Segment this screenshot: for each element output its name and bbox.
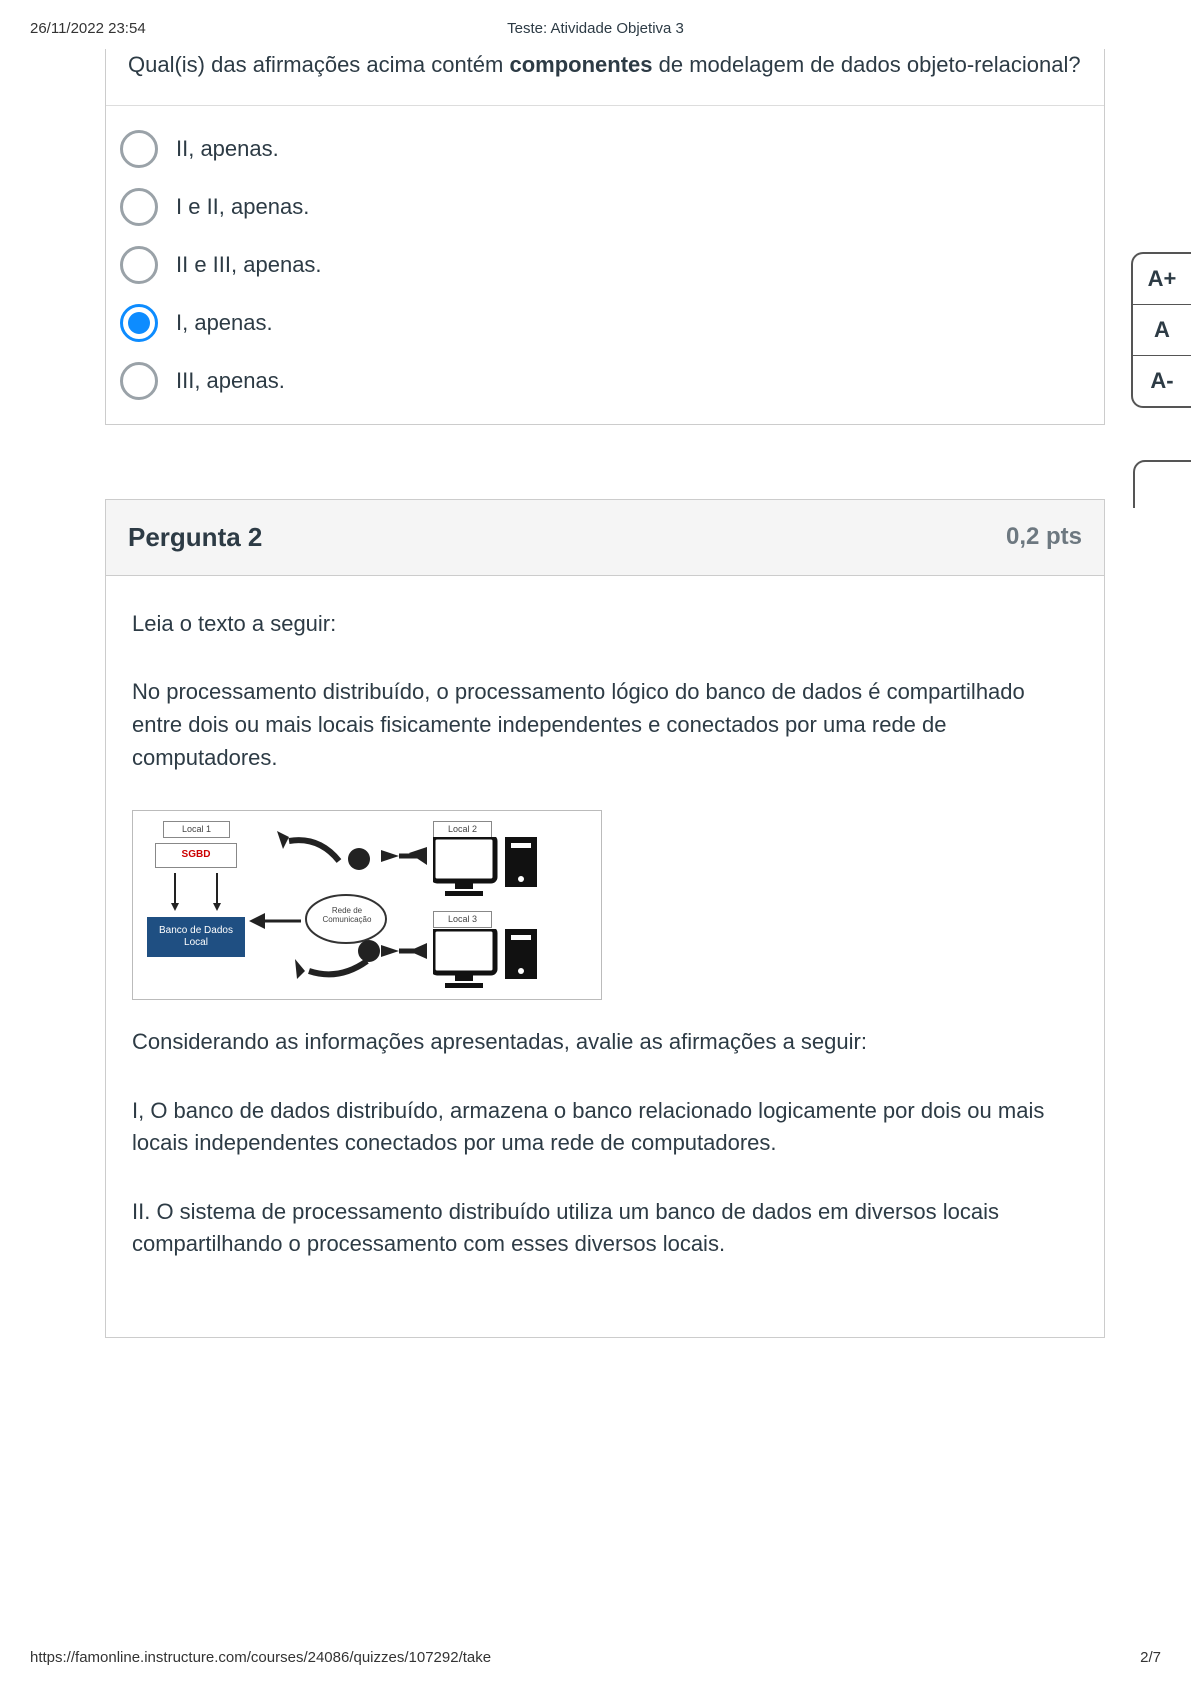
radio-icon[interactable] [120,246,158,284]
connection-arrows-icon [249,831,449,981]
question-2-body: Leia o texto a seguir: No processamento … [106,576,1104,1337]
distributed-db-diagram: Local 1 SGBD Banco de Dados Local Rede [132,810,602,1000]
option-label: III, apenas. [176,368,285,394]
computer-icon [433,837,583,901]
question-1-card: Qual(is) das afirmações acima contém com… [105,49,1105,425]
diagram-local1-label: Local 1 [163,821,230,838]
answer-option[interactable]: III, apenas. [106,352,1082,410]
radio-icon-selected[interactable] [120,304,158,342]
option-label: I e II, apenas. [176,194,309,220]
font-increase-button[interactable]: A+ [1133,254,1191,305]
print-datetime: 26/11/2022 23:54 [30,20,146,37]
question-2-header: Pergunta 2 0,2 pts [106,500,1104,576]
arrow-down-icon [155,873,237,913]
q1-stem-post: de modelagem de dados objeto-relacional? [653,52,1081,77]
question-1-options: II, apenas. I e II, apenas. II e III, ap… [106,105,1104,424]
side-panel-stub[interactable] [1133,460,1191,508]
font-size-widget: A+ A A- [1131,252,1191,408]
question-1-stem: Qual(is) das afirmações acima contém com… [106,49,1104,105]
footer-url: https://famonline.instructure.com/course… [30,1649,491,1666]
q2-statement-2: II. O sistema de processamento distribuí… [132,1196,1078,1261]
option-label: I, apenas. [176,310,273,336]
answer-option[interactable]: II e III, apenas. [106,236,1082,294]
answer-option[interactable]: II, apenas. [106,120,1082,178]
q2-intro: Leia o texto a seguir: [132,608,1078,641]
radio-icon[interactable] [120,130,158,168]
page: 26/11/2022 23:54 Teste: Atividade Objeti… [0,0,1191,1684]
option-label: II e III, apenas. [176,252,322,278]
radio-icon[interactable] [120,362,158,400]
question-2-card: Pergunta 2 0,2 pts Leia o texto a seguir… [105,499,1105,1338]
diagram-local3-label: Local 3 [433,911,492,928]
answer-option[interactable]: I e II, apenas. [106,178,1082,236]
q1-stem-bold: componentes [509,52,652,77]
radio-icon[interactable] [120,188,158,226]
q2-consider: Considerando as informações apresentadas… [132,1026,1078,1059]
radio-dot-icon [128,312,150,334]
font-normal-button[interactable]: A [1133,305,1191,356]
computer-icon [433,929,583,993]
font-decrease-button[interactable]: A- [1133,356,1191,406]
print-title: Teste: Atividade Objetiva 3 [507,20,684,37]
q1-stem-pre: Qual(is) das afirmações acima contém [128,52,509,77]
q2-statement-1: I, O banco de dados distribuído, armazen… [132,1095,1078,1160]
question-2-title: Pergunta 2 [128,522,262,553]
content-column: Qual(is) das afirmações acima contém com… [105,49,1105,1338]
option-label: II, apenas. [176,136,279,162]
answer-option[interactable]: I, apenas. [106,294,1082,352]
print-footer: https://famonline.instructure.com/course… [0,1649,1191,1666]
diagram-local2-label: Local 2 [433,821,492,838]
footer-page: 2/7 [1140,1649,1161,1666]
question-2-points: 0,2 pts [1006,523,1082,551]
diagram-sgbd-box: SGBD [155,843,237,868]
diagram-banco-box: Banco de Dados Local [147,917,245,957]
q2-context: No processamento distribuído, o processa… [132,676,1078,774]
